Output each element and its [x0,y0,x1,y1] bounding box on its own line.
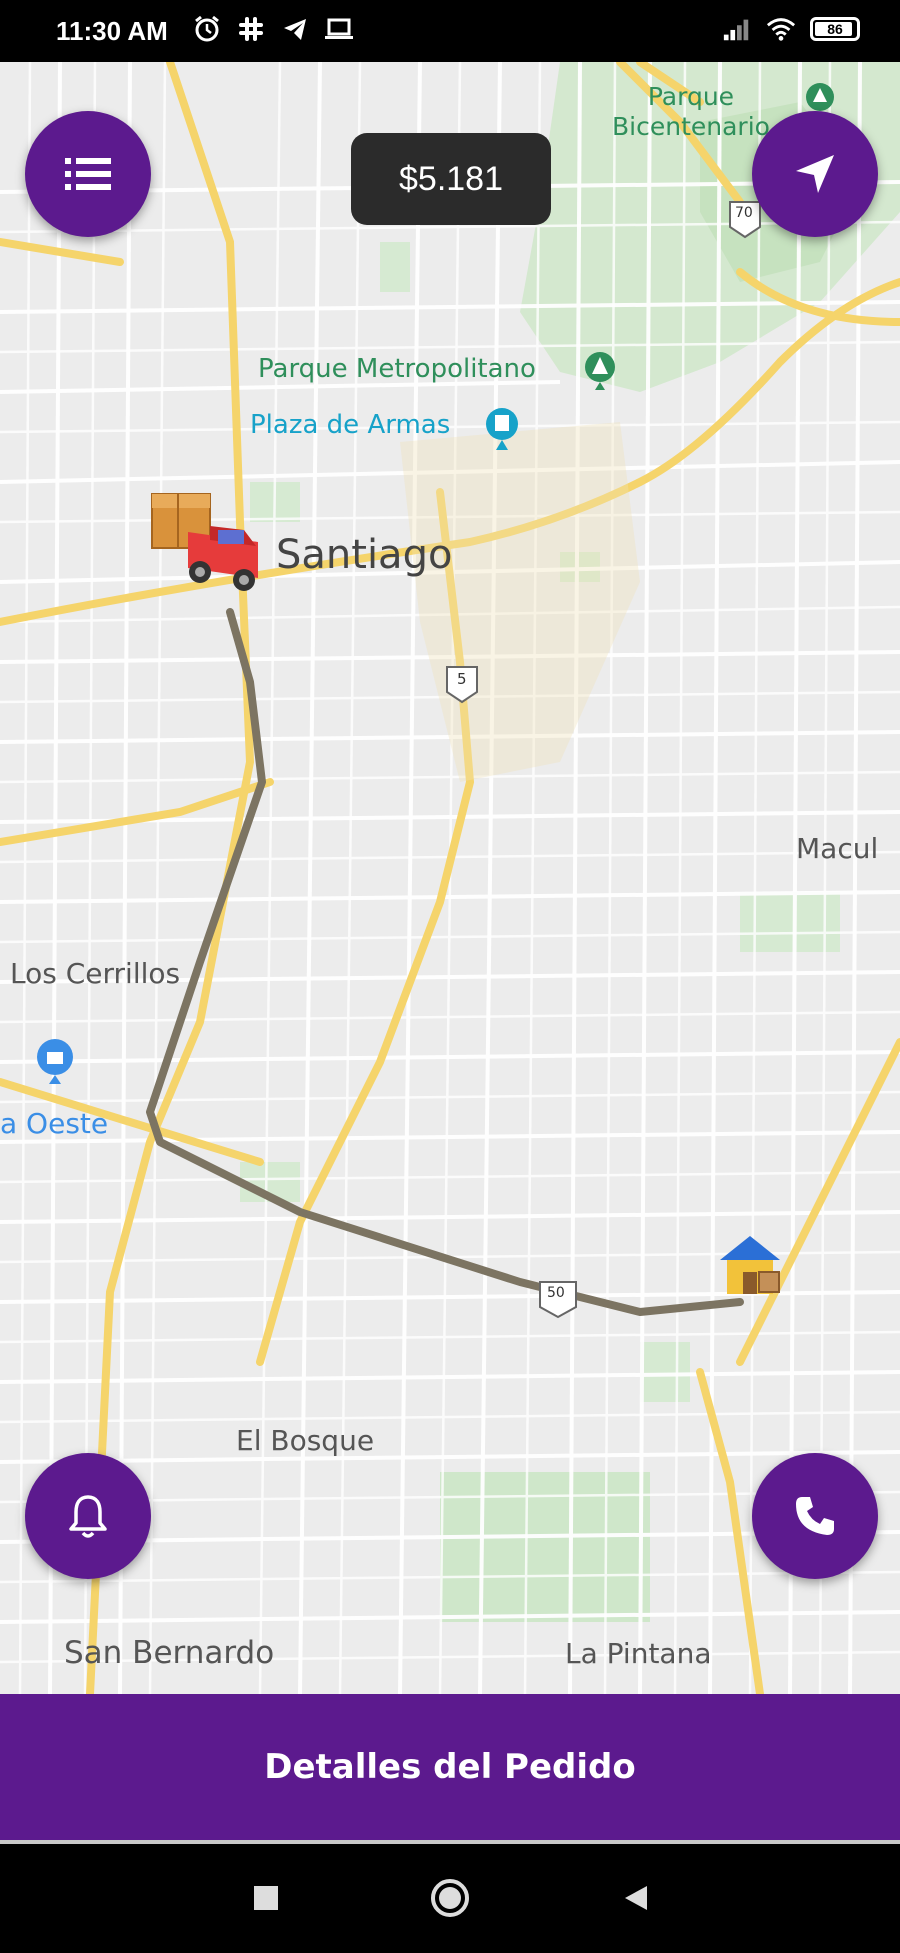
place-label-la-pintana: La Pintana [565,1637,712,1670]
delivery-truck-icon[interactable] [148,482,268,592]
status-bar: 11:30 AM 86 [0,0,900,62]
status-time: 11:30 AM [56,16,168,46]
back-triangle-icon[interactable] [616,1878,656,1918]
phone-icon [796,1497,834,1535]
route-5-label: 5 [457,670,467,688]
map-canvas[interactable] [0,62,900,1694]
battery-level: 86 [827,21,843,37]
telegram-icon [280,14,310,44]
wifi-icon [766,14,796,44]
status-icons-right: 86 [722,14,860,44]
slack-icon [236,14,266,44]
order-details-label: Detalles del Pedido [264,1747,636,1787]
place-label-los-cerrillos: Los Cerrillos [10,957,181,990]
list-icon [65,158,111,190]
place-label-plaza-de-armas: Plaza de Armas [250,410,451,440]
place-label-el-bosque: El Bosque [236,1424,375,1457]
home-circle-icon[interactable] [430,1878,470,1918]
trip-price-badge: $5.181 [351,133,551,225]
locate-me-button[interactable] [752,111,878,237]
route-70-label: 70 [735,205,753,221]
battery-icon: 86 [810,17,860,41]
place-label-parque-metropolitano: Parque Metropolitano [258,354,536,384]
park-pin-icon [806,83,834,111]
alarm-icon [192,14,222,44]
place-label-parque-bicentenario: Parque Bicentenario [612,82,770,141]
signal-icon [722,14,752,44]
call-button[interactable] [752,1453,878,1579]
place-label-san-bernardo: San Bernardo [64,1635,275,1671]
place-label-plaza-oeste: a Oeste [0,1107,109,1140]
bell-icon [69,1495,107,1538]
route-50-label: 50 [547,1285,565,1301]
system-navigation-bar [0,1844,900,1953]
place-label-macul: Macul [796,832,879,865]
order-details-button[interactable]: Detalles del Pedido [0,1694,900,1840]
laptop-icon [324,14,354,44]
map-view[interactable]: Parque Bicentenario Parque Metropolitano… [0,62,900,1694]
recents-square-icon[interactable] [246,1878,286,1918]
house-icon[interactable] [715,1230,785,1300]
navigation-arrow-icon [796,155,834,193]
status-icons-left [192,14,354,44]
menu-button[interactable] [25,111,151,237]
notifications-button[interactable] [25,1453,151,1579]
place-label-santiago: Santiago [276,532,453,578]
